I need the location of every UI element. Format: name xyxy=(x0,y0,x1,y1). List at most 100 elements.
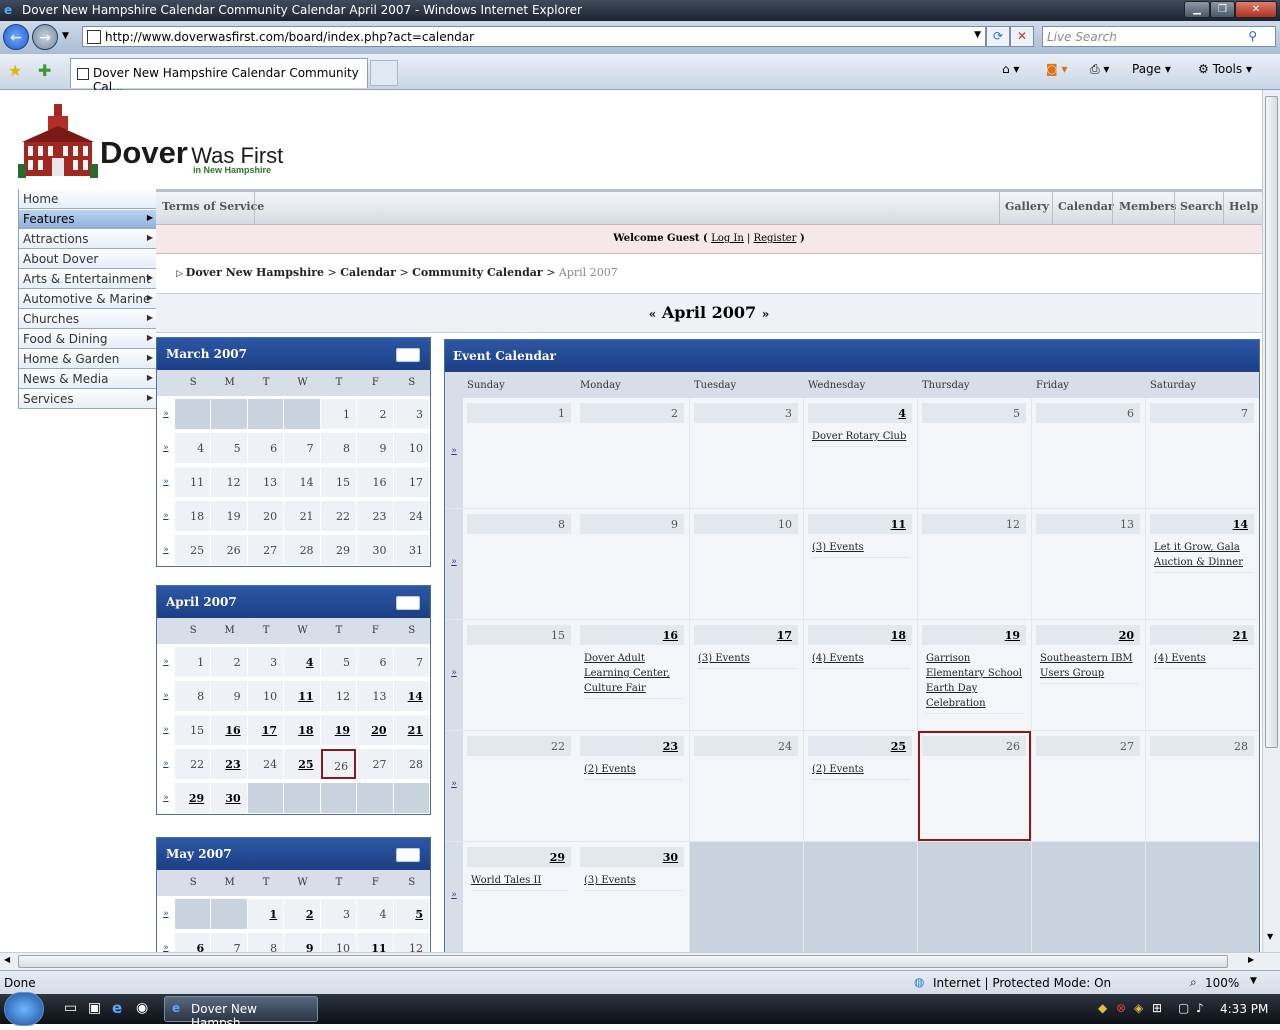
week-link[interactable]: » xyxy=(445,398,463,508)
day-number[interactable]: 20 xyxy=(1036,625,1140,645)
mini-calendar-day[interactable]: 10 xyxy=(320,933,357,952)
stop-button[interactable]: ✕ xyxy=(1010,26,1034,47)
vertical-scroll-thumb[interactable] xyxy=(1265,96,1278,748)
week-link[interactable]: » xyxy=(157,431,175,464)
mini-calendar-day[interactable]: 19 xyxy=(211,501,247,531)
sidebar-item-attractions[interactable]: Attractions ▶ xyxy=(19,229,156,249)
mini-calendar-day[interactable]: 2 xyxy=(284,899,320,929)
horizontal-scroll-thumb[interactable] xyxy=(18,955,1228,968)
week-link[interactable]: » xyxy=(157,679,175,712)
calendar-day-cell[interactable]: 18 (4) Events xyxy=(804,620,917,730)
mini-calendar-day[interactable]: 2 xyxy=(357,399,393,429)
nav-calendar[interactable]: Calendar xyxy=(1058,200,1114,213)
mini-calendar-day[interactable]: 4 xyxy=(174,433,211,463)
refresh-button[interactable]: ⟳ xyxy=(986,26,1010,47)
add-event-icon[interactable] xyxy=(396,596,420,610)
day-number[interactable]: 25 xyxy=(808,736,912,756)
mini-calendar-day[interactable]: 8 xyxy=(247,933,284,952)
mini-calendar-day[interactable]: 30 xyxy=(357,535,393,565)
media-player-icon[interactable]: ◉ xyxy=(136,1000,148,1016)
start-button[interactable] xyxy=(4,992,44,1026)
breadcrumb-calendar[interactable]: Calendar xyxy=(340,266,396,279)
mini-calendar-day[interactable]: 7 xyxy=(284,433,320,463)
tray-security-icon[interactable]: ⊗ xyxy=(1116,1001,1126,1015)
calendar-day-cell[interactable]: 10 xyxy=(690,509,803,619)
calendar-day-cell[interactable]: 20 Southeastern IBM Users Group xyxy=(1032,620,1145,730)
add-event-icon[interactable] xyxy=(396,848,420,862)
week-link[interactable]: » xyxy=(157,931,175,952)
mini-calendar-day[interactable]: 9 xyxy=(357,433,393,463)
mini-calendar-day[interactable]: 23 xyxy=(357,501,393,531)
mini-calendar-day[interactable]: 13 xyxy=(247,467,284,497)
day-number[interactable]: 18 xyxy=(808,625,912,645)
mini-calendar-day[interactable]: 6 xyxy=(357,647,393,677)
horizontal-scrollbar[interactable]: ◀ ▶ xyxy=(0,952,1280,970)
calendar-day-cell[interactable]: 11 (3) Events xyxy=(804,509,917,619)
feeds-icon[interactable]: ◙ ▾ xyxy=(1046,62,1067,76)
day-number[interactable]: 29 xyxy=(467,847,571,867)
calendar-day-cell[interactable]: 21 (4) Events xyxy=(1146,620,1259,730)
mini-calendar-title[interactable]: April 2007 xyxy=(166,595,237,609)
tray-shield-icon[interactable]: ◈ xyxy=(1134,1001,1143,1015)
zoom-dropdown-icon[interactable]: ▼ xyxy=(1250,976,1257,986)
mini-calendar-day[interactable]: 12 xyxy=(320,681,357,711)
switch-windows-icon[interactable]: ▣ xyxy=(88,1000,101,1016)
week-link[interactable]: » xyxy=(157,465,175,498)
calendar-day-cell[interactable]: 8 xyxy=(463,509,576,619)
site-logo[interactable] xyxy=(18,102,98,185)
minimize-button[interactable]: ▁ xyxy=(1184,1,1210,18)
scroll-down-arrow-icon[interactable]: ▼ xyxy=(1267,932,1273,941)
clock[interactable]: 4:33 PM xyxy=(1220,1002,1268,1016)
mini-calendar-day[interactable]: 27 xyxy=(357,749,393,779)
mini-calendar-day[interactable]: 5 xyxy=(320,647,357,677)
scroll-left-arrow-icon[interactable]: ◀ xyxy=(4,955,10,964)
mini-calendar-day[interactable]: 7 xyxy=(393,647,429,677)
mini-calendar-day[interactable]: 2 xyxy=(211,647,247,677)
mini-calendar-day[interactable]: 12 xyxy=(393,933,429,952)
calendar-day-cell[interactable]: 2 xyxy=(576,398,689,508)
calendar-day-cell[interactable]: 9 xyxy=(576,509,689,619)
next-month-link[interactable]: » xyxy=(762,307,770,321)
login-link[interactable]: Log In xyxy=(711,233,744,244)
calendar-day-cell[interactable]: 16 Dover Adult Learning Center, Culture F… xyxy=(576,620,689,730)
mini-calendar-day[interactable]: 8 xyxy=(174,681,211,711)
mini-calendar-day[interactable]: 9 xyxy=(211,681,247,711)
week-link[interactable]: » xyxy=(157,533,175,566)
calendar-day-cell[interactable]: 23 (2) Events xyxy=(576,731,689,841)
week-link[interactable]: » xyxy=(445,731,463,841)
mini-calendar-day[interactable]: 4 xyxy=(284,647,320,677)
sidebar-item-news-media[interactable]: News & Media ▶ xyxy=(19,369,156,389)
close-window-button[interactable]: ✕ xyxy=(1235,1,1277,18)
mini-calendar-day[interactable]: 17 xyxy=(393,467,429,497)
breadcrumb-community-calendar[interactable]: Community Calendar xyxy=(412,266,543,279)
prev-month-link[interactable]: « xyxy=(649,307,657,321)
mini-calendar-day[interactable]: 17 xyxy=(247,715,284,745)
mini-calendar-day[interactable]: 29 xyxy=(320,535,357,565)
week-link[interactable]: » xyxy=(157,781,175,814)
mini-calendar-day[interactable]: 11 xyxy=(357,933,393,952)
calendar-day-cell[interactable]: 6 xyxy=(1032,398,1145,508)
mini-calendar-day[interactable]: 14 xyxy=(284,467,320,497)
mini-calendar-day[interactable]: 4 xyxy=(357,899,393,929)
event-link[interactable]: Dover Rotary Club xyxy=(812,429,910,447)
week-link[interactable]: » xyxy=(445,509,463,619)
mini-calendar-day[interactable]: 11 xyxy=(284,681,320,711)
mini-calendar-day[interactable]: 21 xyxy=(393,715,429,745)
live-search-input[interactable]: Live Search ⚲ xyxy=(1042,26,1276,47)
event-link[interactable]: Let it Grow, Gala Auction & Dinner xyxy=(1154,540,1252,573)
day-number[interactable]: 14 xyxy=(1150,514,1254,534)
calendar-day-cell[interactable]: 13 xyxy=(1032,509,1145,619)
mini-calendar-day[interactable]: 20 xyxy=(247,501,284,531)
mini-calendar-day[interactable]: 5 xyxy=(393,899,429,929)
home-icon[interactable]: ⌂ ▾ xyxy=(1002,62,1019,76)
mini-calendar-day[interactable]: 22 xyxy=(174,749,211,779)
sidebar-item-automotive-marine[interactable]: Automotive & Marine ▶ xyxy=(19,289,156,309)
day-number[interactable]: 16 xyxy=(580,625,684,645)
scroll-right-arrow-icon[interactable]: ▶ xyxy=(1248,955,1254,964)
mini-calendar-day[interactable]: 28 xyxy=(393,749,430,779)
mini-calendar-day[interactable]: 3 xyxy=(247,647,284,677)
tools-menu[interactable]: ⚙ Tools ▾ xyxy=(1198,62,1252,76)
mini-calendar-day[interactable]: 25 xyxy=(174,535,211,565)
calendar-day-cell[interactable]: 12 xyxy=(918,509,1031,619)
url-dropdown-icon[interactable]: ▼ xyxy=(974,30,981,40)
